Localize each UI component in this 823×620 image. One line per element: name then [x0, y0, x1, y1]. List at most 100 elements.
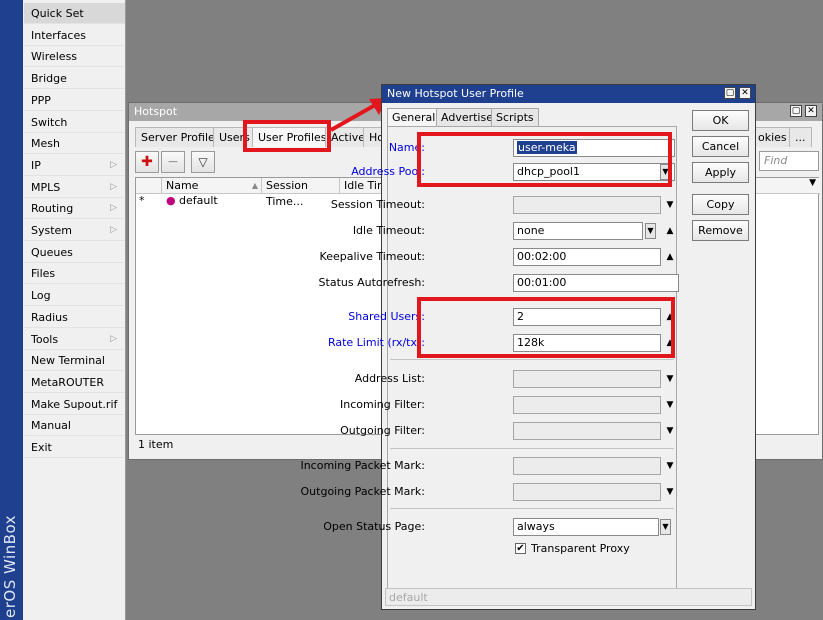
separator [390, 508, 674, 509]
highlight-user-profiles-tab [243, 120, 331, 152]
tab-cookies[interactable]: okies [752, 127, 793, 147]
tab-scripts[interactable]: Scripts [491, 108, 539, 127]
highlight-name-pool [417, 132, 672, 187]
sidebar-item-label: Switch [31, 115, 68, 129]
outgoing-packet-mark-input[interactable] [513, 483, 661, 501]
address-pool-label: Address Pool: [351, 165, 425, 178]
sidebar-item-queues[interactable]: Queues [24, 242, 125, 263]
close-icon[interactable]: ✕ [739, 87, 751, 99]
idle-timeout-collapse-icon[interactable]: ▲ [663, 222, 677, 240]
column-name-label: Name [166, 179, 199, 192]
sidebar-item-label: Quick Set [31, 7, 84, 20]
tab-advertise[interactable]: Advertise [436, 108, 498, 127]
sidebar-item-label: Mesh [31, 137, 60, 151]
sidebar-item-label: Manual [31, 419, 71, 433]
dialog-title: New Hotspot User Profile [382, 85, 755, 103]
sidebar-item-interfaces[interactable]: Interfaces [24, 25, 125, 46]
incoming-filter-input[interactable] [513, 396, 661, 414]
open-status-page-select[interactable]: always [513, 518, 659, 536]
sidebar-item-manual[interactable]: Manual [24, 415, 125, 437]
sidebar-item-new-terminal[interactable]: New Terminal [24, 350, 125, 372]
incoming-packet-mark-input[interactable] [513, 457, 661, 475]
session-timeout-label: Session Timeout: [330, 198, 425, 211]
submenu-arrow-icon: ▷ [110, 225, 117, 235]
sidebar-item-label: Files [31, 267, 56, 281]
session-timeout-expand-icon[interactable]: ▼ [663, 196, 677, 214]
sidebar-item-wireless[interactable]: Wireless [24, 46, 125, 68]
sidebar-item-routing[interactable]: Routing ▷ [24, 198, 125, 220]
submenu-arrow-icon: ▷ [110, 333, 117, 344]
sidebar-item-make-supout-rif[interactable]: Make Supout.rif [24, 394, 125, 415]
winbox-brand-strip: erOS WinBox [0, 0, 23, 620]
outgoing-filter-expand-icon[interactable]: ▼ [663, 422, 677, 440]
copy-button[interactable]: Copy [692, 194, 749, 215]
sidebar-item-label: System [31, 224, 73, 237]
tab-more[interactable]: ... [789, 127, 812, 147]
sidebar-item-label: PPP [31, 93, 51, 107]
separator [390, 359, 674, 360]
apply-button[interactable]: Apply [692, 162, 749, 183]
submenu-arrow-icon: ▷ [110, 159, 117, 170]
sidebar-item-radius[interactable]: Radius [24, 307, 125, 328]
address-list-expand-icon[interactable]: ▼ [663, 370, 677, 388]
ok-button[interactable]: OK [692, 110, 749, 131]
sidebar-item-label: Make Supout.rif [31, 397, 118, 411]
row-marker: * [139, 194, 145, 207]
keepalive-timeout-input[interactable]: 00:02:00 [513, 248, 661, 266]
idle-timeout-label: Idle Timeout: [352, 224, 425, 237]
submenu-arrow-icon: ▷ [110, 181, 117, 192]
outgoing-filter-input[interactable] [513, 422, 661, 440]
transparent-proxy-checkbox[interactable]: ✔ [515, 543, 526, 554]
row-name: default [179, 194, 218, 207]
find-input[interactable]: Find [759, 151, 819, 171]
address-list-input[interactable] [513, 370, 661, 388]
sidebar-item-tools[interactable]: Tools ▷ [24, 329, 125, 350]
remove-icon[interactable]: − [161, 151, 185, 173]
sidebar-item-label: IP [31, 158, 41, 172]
column-name[interactable]: Name ▲ [162, 178, 262, 194]
sidebar-item-mpls[interactable]: MPLS ▷ [24, 177, 125, 198]
sidebar-item-log[interactable]: Log [24, 285, 125, 307]
remove-button[interactable]: Remove [692, 220, 749, 241]
sidebar-item-exit[interactable]: Exit [24, 437, 125, 458]
cancel-button[interactable]: Cancel [692, 136, 749, 157]
sidebar-item-files[interactable]: Files [24, 263, 125, 285]
incoming-filter-label: Incoming Filter: [340, 398, 425, 411]
keepalive-timeout-label: Keepalive Timeout: [319, 250, 425, 263]
restore-icon[interactable]: ▢ [724, 87, 736, 99]
incoming-packet-mark-expand-icon[interactable]: ▼ [663, 457, 677, 475]
sidebar-item-switch[interactable]: Switch [24, 112, 125, 133]
sidebar-item-label: Exit [31, 441, 52, 454]
status-autorefresh-input[interactable]: 00:01:00 [513, 274, 679, 292]
sidebar-item-metarouter[interactable]: MetaROUTER [24, 372, 125, 393]
restore-icon[interactable]: ▢ [790, 105, 802, 117]
columns-dropdown-icon[interactable]: ▼ [809, 178, 816, 188]
sidebar-item-label: MPLS [31, 180, 61, 194]
sidebar-item-bridge[interactable]: Bridge [24, 68, 125, 90]
shared-users-label: Shared Users: [348, 310, 425, 323]
status-autorefresh-label: Status Autorefresh: [318, 276, 425, 289]
filter-icon[interactable]: ▽ [191, 151, 215, 173]
sidebar-item-system[interactable]: System ▷ [24, 220, 125, 241]
sidebar-item-mesh[interactable]: Mesh [24, 133, 125, 155]
sidebar-item-ip[interactable]: IP ▷ [24, 155, 125, 176]
open-status-page-dropdown-icon[interactable]: ▼ [660, 519, 671, 535]
idle-timeout-input[interactable]: none [513, 222, 643, 240]
brand-text: erOS WinBox [1, 514, 19, 618]
keepalive-timeout-collapse-icon[interactable]: ▲ [663, 248, 677, 266]
sort-icon: ▲ [251, 181, 258, 190]
outgoing-packet-mark-expand-icon[interactable]: ▼ [663, 483, 677, 501]
session-timeout-input[interactable] [513, 196, 661, 214]
outgoing-filter-label: Outgoing Filter: [340, 424, 425, 437]
sidebar-item-quick-set[interactable]: Quick Set [24, 3, 125, 24]
incoming-filter-expand-icon[interactable]: ▼ [663, 396, 677, 414]
tab-general[interactable]: General [387, 108, 441, 128]
profile-icon: ● [166, 194, 176, 207]
sidebar-item-ppp[interactable]: PPP [24, 90, 125, 111]
idle-timeout-dropdown-icon[interactable]: ▼ [645, 223, 656, 239]
close-icon[interactable]: ✕ [805, 105, 817, 117]
sidebar-menu: erOS WinBox Quick Set Interfaces Wireless B… [0, 0, 126, 620]
column-session-time[interactable]: Session Time... [262, 178, 340, 208]
add-icon[interactable]: ✚ [135, 151, 159, 173]
sidebar-item-label: Bridge [31, 72, 67, 86]
